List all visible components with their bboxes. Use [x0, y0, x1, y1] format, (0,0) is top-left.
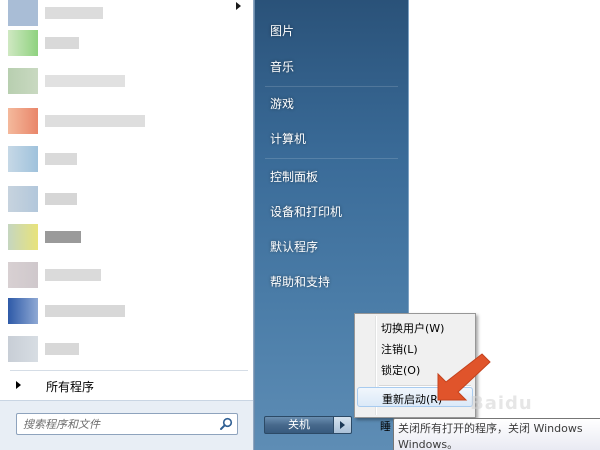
right-pane-separator: [265, 158, 398, 159]
search-area: [0, 400, 253, 450]
program-icon: [8, 186, 38, 212]
menu-item-pictures[interactable]: 图片: [258, 16, 404, 44]
search-box[interactable]: [16, 413, 238, 435]
search-input[interactable]: [23, 416, 208, 432]
all-programs-label: 所有程序: [46, 380, 95, 394]
blurred-label: [45, 193, 77, 205]
arrow-right-icon: [340, 421, 345, 429]
submenu-arrow-icon: [236, 2, 241, 10]
menu-item-label: 控制面板: [270, 170, 319, 184]
program-icon: [8, 0, 38, 26]
blurred-label: [45, 115, 145, 127]
menu-item-label: 设备和打印机: [270, 205, 343, 219]
blurred-label: [45, 75, 125, 87]
menu-item-computer[interactable]: 计算机: [258, 124, 404, 152]
watermark-logo: Baidu: [470, 393, 533, 414]
program-icon: [8, 262, 38, 288]
program-icon: [8, 30, 38, 56]
menu-item-games[interactable]: 游戏: [258, 89, 404, 117]
power-menu-item-switch-user[interactable]: 切换用户(W): [357, 317, 473, 337]
menu-item-music[interactable]: 音乐: [258, 52, 404, 80]
blurred-label: [45, 343, 79, 355]
all-programs-button[interactable]: 所有程序: [0, 374, 253, 398]
tooltip-line-2: Windows。: [398, 438, 459, 450]
menu-item-control-panel[interactable]: 控制面板: [258, 162, 404, 190]
blurred-label: [45, 269, 101, 281]
program-item[interactable]: [0, 0, 253, 26]
program-icon: [8, 108, 38, 134]
blurred-label: [45, 231, 81, 243]
menu-item-help-support[interactable]: 帮助和支持: [258, 267, 404, 295]
left-pane-separator: [10, 370, 248, 371]
program-item[interactable]: [0, 298, 253, 324]
program-icon: [8, 146, 38, 172]
menu-item-label: 游戏: [270, 97, 295, 111]
program-item[interactable]: [0, 108, 253, 134]
program-list: [0, 0, 253, 370]
arrow-right-icon: [16, 381, 21, 389]
program-item[interactable]: [0, 30, 253, 56]
program-icon: [8, 68, 38, 94]
right-pane-separator: [265, 86, 398, 87]
blurred-label: [45, 153, 77, 165]
program-item[interactable]: [0, 186, 253, 212]
restart-tooltip: 关闭所有打开的程序，关闭 Windows Windows。: [393, 418, 600, 450]
blurred-label: [45, 7, 103, 19]
tooltip-line-1: 关闭所有打开的程序，关闭 Windows: [398, 422, 583, 435]
menu-item-label: 音乐: [270, 60, 295, 74]
power-menu-item-label: 切换用户(W): [381, 322, 445, 335]
desktop-screen: 所有程序 图片 音乐 游戏 计算机: [0, 0, 600, 450]
blurred-label: [45, 305, 125, 317]
menu-item-label: 帮助和支持: [270, 275, 331, 289]
program-item[interactable]: [0, 68, 253, 94]
shutdown-options-button[interactable]: [334, 416, 352, 434]
start-menu-left-pane: 所有程序: [0, 0, 254, 450]
program-item[interactable]: [0, 146, 253, 172]
menu-item-label: 默认程序: [270, 240, 319, 254]
program-icon: [8, 298, 38, 324]
program-item[interactable]: [0, 262, 253, 288]
program-item[interactable]: [0, 336, 253, 362]
blurred-label: [45, 37, 79, 49]
start-menu-left-frame: 所有程序: [0, 0, 255, 450]
power-menu-item-label: 锁定(O): [381, 364, 421, 377]
menu-item-label: 计算机: [270, 132, 307, 146]
program-item[interactable]: [0, 224, 253, 250]
program-icon: [8, 224, 38, 250]
power-menu-item-label: 注销(L): [381, 343, 418, 356]
power-menu-item-sleep-partial[interactable]: 睡: [380, 418, 391, 434]
menu-item-label: 图片: [270, 24, 295, 38]
shutdown-button[interactable]: 关机: [264, 416, 334, 434]
program-icon: [8, 336, 38, 362]
search-icon[interactable]: [219, 417, 233, 431]
menu-item-devices-printers[interactable]: 设备和打印机: [258, 197, 404, 225]
menu-item-default-programs[interactable]: 默认程序: [258, 232, 404, 260]
